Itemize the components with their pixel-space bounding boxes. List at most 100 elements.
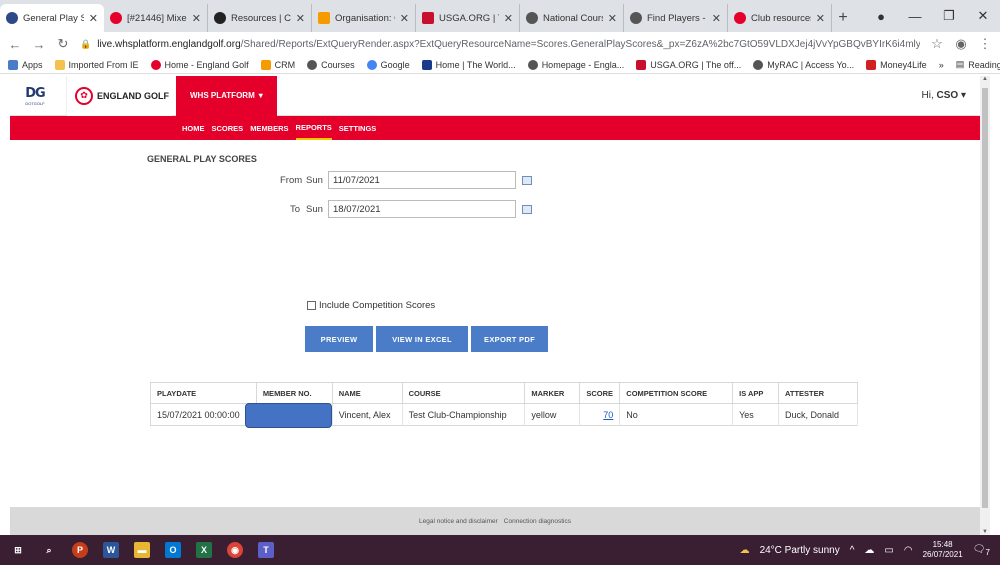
window-controls: ● — ❐ ✕ — [864, 0, 1000, 32]
outlook-icon[interactable]: O — [165, 542, 181, 558]
reading-list-button[interactable]: ▤Reading list — [956, 59, 1000, 70]
preview-button[interactable]: PREVIEW — [305, 326, 373, 352]
nav-home[interactable]: HOME — [182, 116, 205, 140]
teams-icon[interactable]: T — [258, 542, 274, 558]
scrollbar-thumb[interactable] — [982, 88, 988, 508]
score-link[interactable]: 70 — [586, 410, 613, 420]
onedrive-icon[interactable]: ☁ — [864, 545, 874, 556]
more-bookmarks-button[interactable]: » — [939, 60, 944, 70]
bookmark-apps[interactable]: Apps — [8, 59, 43, 70]
close-tab-icon[interactable]: ✕ — [608, 12, 617, 25]
file-explorer-icon[interactable]: ▬ — [134, 542, 150, 558]
close-tab-icon[interactable]: ✕ — [816, 12, 825, 25]
powerpoint-icon[interactable]: P — [72, 542, 88, 558]
close-window-icon[interactable]: ✕ — [966, 8, 1000, 24]
column-header[interactable]: COURSE — [402, 382, 526, 404]
bookmark-link[interactable]: CRM — [260, 59, 295, 70]
browser-tab[interactable]: Organisation: Org ✕ — [312, 4, 416, 32]
chrome-icon[interactable]: ◉ — [227, 542, 243, 558]
bookmark-label: Google — [380, 59, 410, 70]
close-tab-icon[interactable]: ✕ — [89, 12, 98, 25]
profile-icon[interactable]: ● — [864, 9, 898, 24]
calendar-icon[interactable] — [522, 204, 532, 214]
calendar-icon[interactable] — [522, 175, 532, 185]
windows-start-icon[interactable]: ⊞ — [10, 542, 26, 558]
bookmark-link[interactable]: Homepage - Engla... — [527, 59, 624, 70]
back-arrow-icon[interactable]: ← — [8, 37, 22, 52]
search-icon[interactable]: ⌕ — [41, 542, 57, 558]
wifi-icon[interactable]: ◠ — [904, 545, 913, 556]
close-tab-icon[interactable]: ✕ — [296, 12, 305, 25]
to-date-input[interactable]: 18/07/2021 — [328, 200, 516, 218]
browser-tab[interactable]: General Play Sco ✕ — [0, 4, 104, 32]
include-competition-checkbox-row[interactable]: Include Competition Scores — [307, 300, 435, 311]
scroll-up-icon[interactable]: ▲ — [980, 76, 990, 82]
bookmark-folder[interactable]: Imported From IE — [54, 59, 139, 70]
bookmark-star-icon[interactable]: ☆ — [930, 36, 944, 52]
whs-platform-menu[interactable]: WHS PLATFORM ▾ — [176, 76, 277, 116]
bookmark-label: Home - England Golf — [164, 59, 249, 70]
page-scrollbar[interactable]: ▲ ▼ — [980, 76, 990, 535]
dotgolf-logo[interactable]: DG DOTGOLF — [18, 82, 52, 110]
excel-icon[interactable]: X — [196, 542, 212, 558]
battery-icon[interactable]: ▭ — [884, 545, 893, 556]
export-pdf-button[interactable]: EXPORT PDF — [471, 326, 548, 352]
chevron-up-icon[interactable]: ^ — [850, 545, 855, 556]
column-header[interactable]: ATTESTER — [778, 382, 858, 404]
word-icon[interactable]: W — [103, 542, 119, 558]
column-header[interactable]: PLAYDATE — [150, 382, 257, 404]
user-menu[interactable]: Hi, CSO ▾ — [922, 90, 967, 101]
cell-marker: yellow — [524, 403, 581, 426]
usga-favicon-icon — [422, 12, 434, 24]
weather-text[interactable]: 24°C Partly sunny — [760, 545, 840, 556]
browser-tab[interactable]: Resources | Caddi ✕ — [208, 4, 312, 32]
forward-arrow-icon[interactable]: → — [32, 37, 46, 52]
england-golf-logo[interactable]: ✿ ENGLAND GOLF — [66, 76, 172, 116]
column-header[interactable]: IS APP — [732, 382, 780, 404]
reading-list-icon: ▤ — [955, 59, 965, 69]
from-date-input[interactable]: 11/07/2021 — [328, 171, 516, 189]
view-in-excel-button[interactable]: VIEW IN EXCEL — [376, 326, 468, 352]
close-tab-icon[interactable]: ✕ — [504, 12, 513, 25]
close-tab-icon[interactable]: ✕ — [712, 12, 721, 25]
nav-members[interactable]: MEMBERS — [250, 116, 288, 140]
bookmark-link[interactable]: Courses — [307, 59, 355, 70]
reload-icon[interactable]: ↻ — [56, 36, 70, 52]
url-field[interactable]: 🔒 live.whsplatform.englandgolf.org/Share… — [80, 34, 920, 54]
browser-tab[interactable]: [#21446] Mixed te ✕ — [104, 4, 208, 32]
column-header[interactable]: NAME — [332, 382, 403, 404]
main-nav: HOME SCORES MEMBERS REPORTS SETTINGS — [10, 116, 980, 140]
bookmark-link[interactable]: Google — [366, 59, 410, 70]
cell-member-no — [244, 403, 333, 428]
browser-tab[interactable]: National Course R ✕ — [520, 4, 624, 32]
column-header[interactable]: MEMBER NO. — [256, 382, 333, 404]
column-header[interactable]: COMPETITION SCORE — [619, 382, 734, 404]
include-competition-checkbox[interactable] — [307, 301, 316, 310]
new-tab-button[interactable]: + — [832, 4, 854, 32]
profile-avatar-icon[interactable]: ◉ — [954, 36, 968, 52]
nav-scores[interactable]: SCORES — [212, 116, 244, 140]
maximize-icon[interactable]: ❐ — [932, 8, 966, 24]
bookmark-link[interactable]: MyRAC | Access Yo... — [753, 59, 854, 70]
scores-table: PLAYDATE MEMBER NO. NAME COURSE MARKER S… — [150, 382, 858, 428]
browser-tab[interactable]: Club resources - E ✕ — [728, 4, 832, 32]
cell-playdate: 15/07/2021 00:00:00 — [150, 403, 257, 426]
legal-notice-link[interactable]: Legal notice and disclaimer — [419, 518, 498, 525]
bookmark-link[interactable]: Money4Life — [866, 59, 927, 70]
close-tab-icon[interactable]: ✕ — [192, 12, 201, 25]
close-tab-icon[interactable]: ✕ — [400, 12, 409, 25]
kebab-menu-icon[interactable]: ⋮ — [978, 36, 992, 52]
column-header[interactable]: SCORE — [579, 382, 621, 404]
bookmark-link[interactable]: Home - England Golf — [150, 59, 249, 70]
clock[interactable]: 15:48 26/07/2021 — [923, 540, 963, 560]
browser-tab[interactable]: USGA.ORG | The ✕ — [416, 4, 520, 32]
bookmark-link[interactable]: Home | The World... — [421, 59, 516, 70]
browser-tab[interactable]: Find Players - CDH ✕ — [624, 4, 728, 32]
connection-diagnostics-link[interactable]: Connection diagnostics — [504, 518, 571, 525]
notifications-icon[interactable]: 🗨7 — [973, 544, 990, 557]
column-header[interactable]: MARKER — [524, 382, 581, 404]
nav-reports[interactable]: REPORTS — [295, 116, 332, 140]
minimize-icon[interactable]: — — [898, 9, 932, 24]
nav-settings[interactable]: SETTINGS — [339, 116, 377, 140]
bookmark-link[interactable]: USGA.ORG | The off... — [636, 59, 741, 70]
